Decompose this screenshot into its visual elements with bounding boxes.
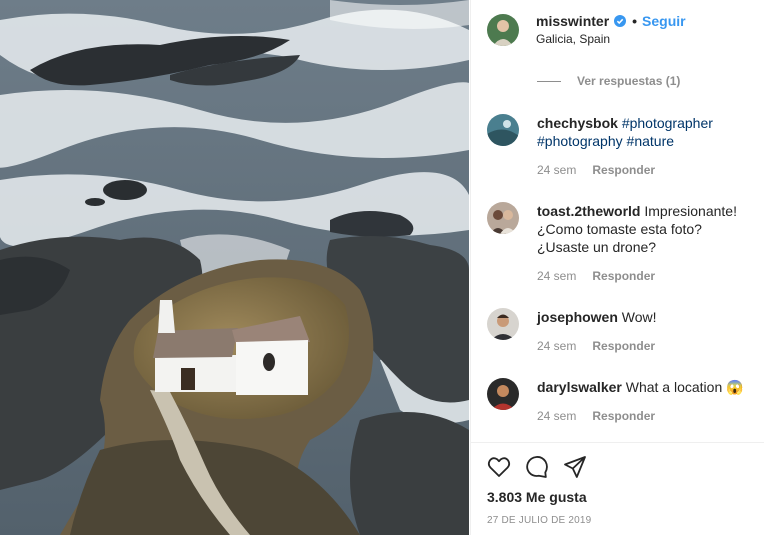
comment-meta: 24 sem Responder [537, 339, 655, 353]
reply-button[interactable]: Responder [592, 409, 655, 423]
commenter-avatar-image [487, 114, 519, 146]
commenter-avatar-image [487, 378, 519, 410]
comment-time[interactable]: 24 sem [537, 269, 576, 283]
commenter-avatar-image [487, 308, 519, 340]
comment-username[interactable]: josephowen [537, 309, 618, 325]
hashtag-link[interactable]: #photographer [622, 115, 713, 131]
avatar[interactable] [487, 308, 519, 340]
separator-dot: • [632, 13, 638, 29]
post-date[interactable]: 27 DE JULIO DE 2019 [487, 515, 591, 526]
comment-icon[interactable] [525, 455, 549, 479]
follow-button[interactable]: Seguir [642, 13, 686, 29]
share-icon[interactable] [563, 455, 587, 479]
comment-username[interactable]: darylswalker [537, 379, 622, 395]
comment-time[interactable]: 24 sem [537, 339, 576, 353]
coastal-chapel-photo [0, 0, 469, 535]
comment-username[interactable]: chechysbok [537, 115, 618, 131]
location-link[interactable]: Galicia, Spain [536, 32, 610, 46]
comment-meta: 24 sem Responder [537, 409, 655, 423]
author-username[interactable]: misswinter [536, 13, 609, 29]
post-sidebar: misswinter • Seguir Galicia, Spain Ver r… [470, 0, 764, 535]
user-avatar-image [487, 14, 519, 46]
post-header: misswinter • Seguir Galicia, Spain [471, 0, 764, 60]
avatar[interactable] [487, 114, 519, 146]
section-divider [471, 442, 764, 443]
comment-text: toast.2theworld Impresionante! ¿Como tom… [537, 202, 752, 256]
verified-badge-icon [614, 15, 627, 27]
post-photo[interactable] [0, 0, 469, 535]
hashtag-link[interactable]: #nature [627, 133, 674, 149]
comments-list[interactable]: Ver respuestas (1) chechysbok #photograp… [471, 60, 764, 442]
avatar[interactable] [487, 14, 519, 46]
comment-text: chechysbok #photographer #photography #n… [537, 114, 752, 150]
hashtag-link[interactable]: #photography [537, 133, 623, 149]
reply-button[interactable]: Responder [592, 269, 655, 283]
reply-button[interactable]: Responder [592, 339, 655, 353]
comment-meta: 24 sem Responder [537, 269, 655, 283]
comment-body: What a location [625, 379, 723, 395]
post-author: misswinter • Seguir [536, 13, 686, 29]
replies-line [537, 80, 561, 82]
commenter-avatar-image [487, 202, 519, 234]
reply-button[interactable]: Responder [592, 163, 655, 177]
avatar[interactable] [487, 202, 519, 234]
action-bar [487, 455, 587, 479]
heart-icon[interactable] [487, 455, 511, 479]
comment-body: Wow! [621, 309, 657, 325]
comment-username[interactable]: toast.2theworld [537, 203, 640, 219]
view-replies-button[interactable]: Ver respuestas (1) [537, 74, 680, 88]
comment-time[interactable]: 24 sem [537, 409, 576, 423]
likes-count[interactable]: 3.803 Me gusta [487, 489, 587, 505]
shocked-face-emoji: 😱 [726, 379, 744, 395]
comment-text: darylswalker What a location 😱 [537, 378, 752, 396]
view-replies-label: Ver respuestas (1) [577, 74, 681, 88]
clipped-comment-edge [581, 60, 721, 64]
comment-text: josephowen Wow! [537, 308, 752, 326]
comment-time[interactable]: 24 sem [537, 163, 576, 177]
avatar[interactable] [487, 378, 519, 410]
comment-meta: 24 sem Responder [537, 163, 655, 177]
